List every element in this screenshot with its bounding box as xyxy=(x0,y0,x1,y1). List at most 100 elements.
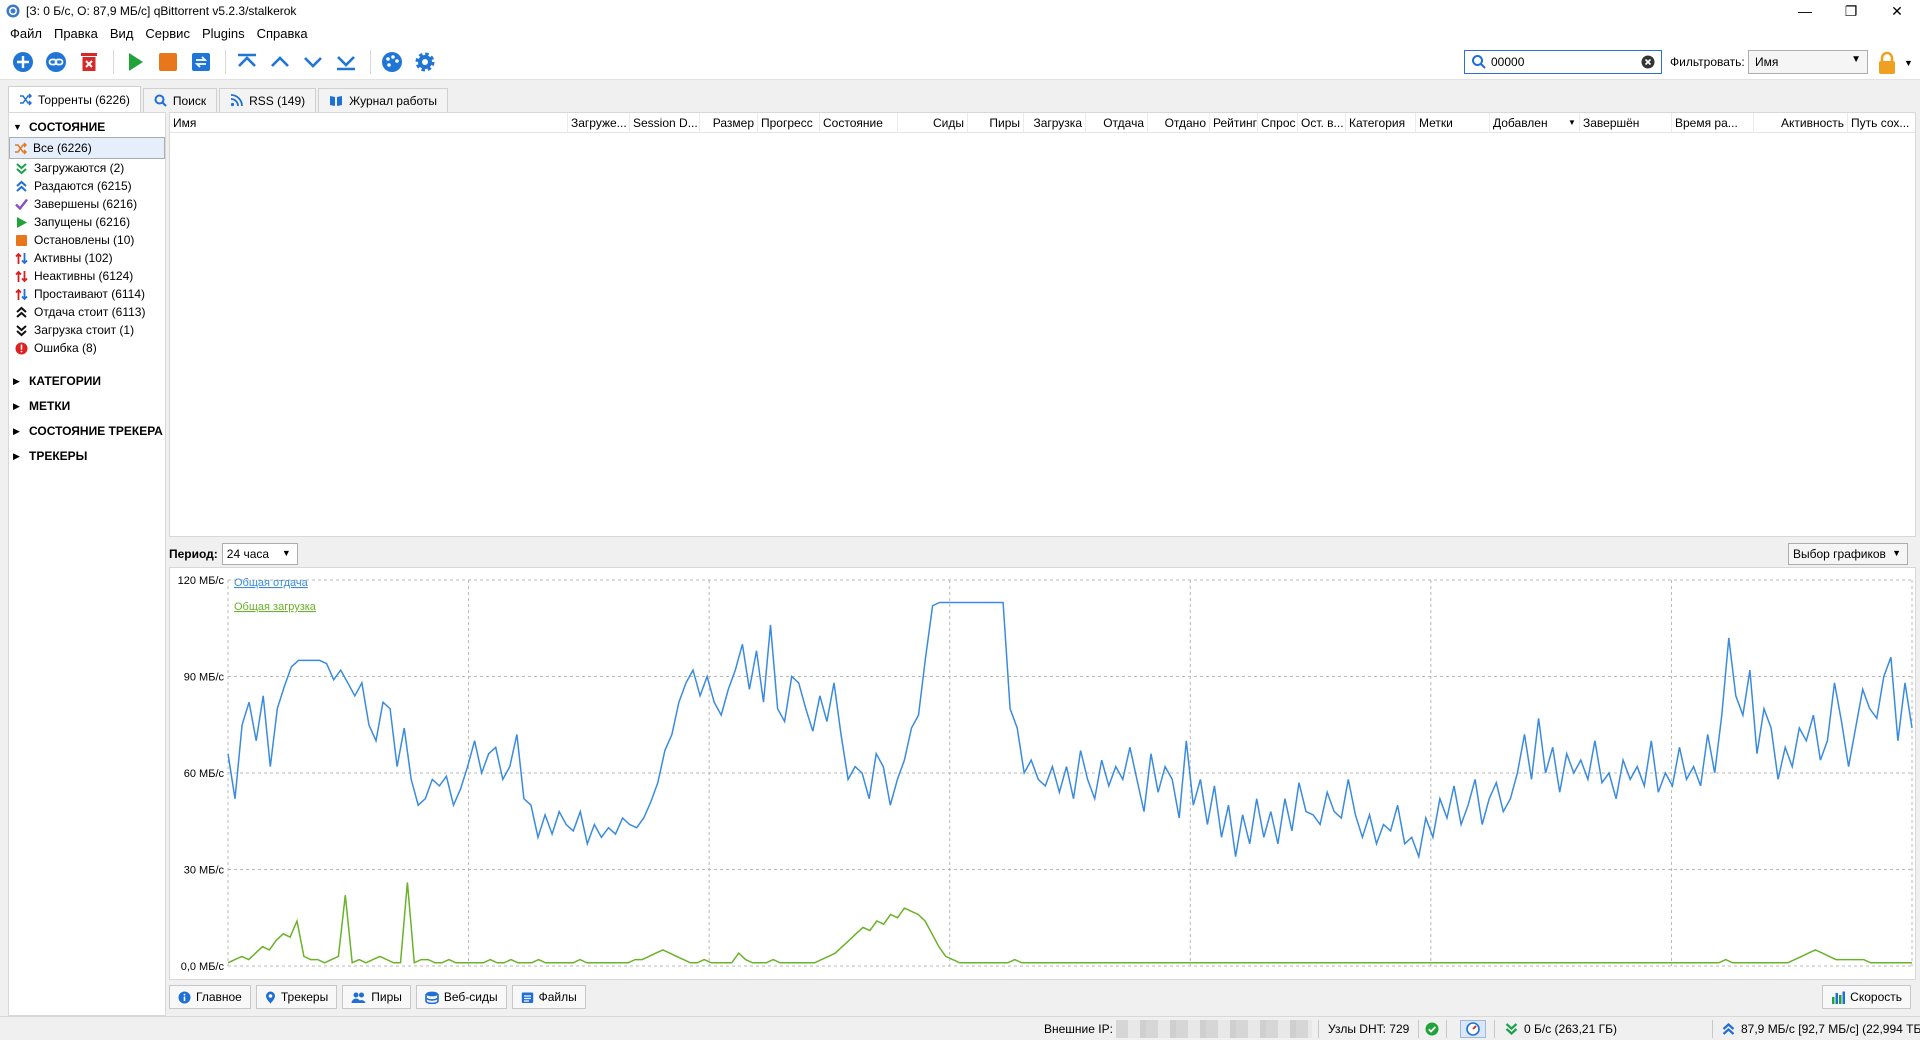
y-tick-label: 30 МБ/с xyxy=(184,865,225,877)
move-bottom-button[interactable] xyxy=(331,47,361,77)
column-header[interactable]: Размер xyxy=(700,113,758,133)
download-chevrons-icon xyxy=(15,162,28,175)
stop-icon xyxy=(159,52,177,71)
menu-view[interactable]: Вид xyxy=(104,26,140,41)
filter-label: Фильтровать: xyxy=(1670,55,1745,69)
column-header[interactable]: Путь сох... xyxy=(1848,113,1920,133)
column-header[interactable]: Ост. в... xyxy=(1298,113,1346,133)
filter-select[interactable]: Имя ▼ xyxy=(1748,50,1868,74)
button-label: Трекеры xyxy=(280,990,329,1004)
delete-button[interactable] xyxy=(74,47,104,77)
tags-section-header[interactable]: ▶ МЕТКИ xyxy=(9,396,165,416)
chevron-down-icon: ▼ xyxy=(1892,548,1901,558)
sidebar-item[interactable]: Отдача стоит (6113) xyxy=(9,303,165,321)
general-tab-button[interactable]: Главное xyxy=(169,985,251,1009)
sidebar-item[interactable]: Загрузка стоит (1) xyxy=(9,321,165,339)
column-header[interactable]: Рейтинг xyxy=(1210,113,1258,133)
table-header: Имя Загруже... Session D... Размер Прогресс С… xyxy=(170,113,1915,133)
tab-torrents[interactable]: Торренты (6226) xyxy=(8,86,141,112)
title-bar: [З: 0 Б/с, О: 87,9 МБ/с] qBittorrent v5.… xyxy=(0,0,1920,22)
sidebar-item[interactable]: Запущены (6216) xyxy=(9,213,165,231)
minimize-button[interactable]: — xyxy=(1782,0,1828,22)
tab-log[interactable]: Журнал работы xyxy=(318,88,449,112)
sidebar-item-label: Все (6226) xyxy=(33,141,92,155)
lock-button[interactable]: ▼ xyxy=(1876,50,1916,76)
column-header[interactable]: Загруже... xyxy=(568,113,630,133)
menu-plugins[interactable]: Plugins xyxy=(196,26,251,41)
arrows-updown-icon xyxy=(15,288,28,301)
upload-speed[interactable]: 87,9 МБ/с [92,7 МБ/с] (22,994 ТБ) xyxy=(1741,1022,1920,1036)
chevron-down-icon xyxy=(304,56,322,68)
column-header[interactable]: Загрузка xyxy=(1024,113,1086,133)
sidebar-item-label: Загрузка стоит (1) xyxy=(34,323,135,337)
files-tab-button[interactable]: Файлы xyxy=(511,985,586,1009)
webseeds-tab-button[interactable]: Веб-сиды xyxy=(415,985,507,1009)
column-header[interactable]: Активность xyxy=(1754,113,1848,133)
tab-search[interactable]: Поиск xyxy=(142,88,218,112)
stop-button[interactable] xyxy=(153,47,183,77)
move-up-button[interactable] xyxy=(265,47,295,77)
chart-select[interactable]: Выбор графиков ▼ xyxy=(1788,543,1908,565)
column-header[interactable]: Метки xyxy=(1416,113,1490,133)
alt-speed-limits-button[interactable] xyxy=(1460,1020,1486,1038)
speed-tab-button[interactable]: Скорость xyxy=(1822,985,1911,1009)
column-header[interactable]: Состояние xyxy=(820,113,898,133)
sidebar-item[interactable]: Неактивны (6124) xyxy=(9,267,165,285)
plus-circle-icon xyxy=(13,51,33,72)
qbittorrent-logo-icon xyxy=(6,4,20,18)
column-header[interactable]: Сиды xyxy=(898,113,968,133)
close-button[interactable]: ✕ xyxy=(1874,0,1920,22)
torrent-list[interactable]: Имя Загруже... Session D... Размер Прогресс С… xyxy=(169,112,1916,537)
add-link-button[interactable] xyxy=(41,47,71,77)
peers-tab-button[interactable]: Пиры xyxy=(342,985,411,1009)
maximize-button[interactable]: ❐ xyxy=(1828,0,1874,22)
move-top-button[interactable] xyxy=(232,47,262,77)
tracker-status-section-header[interactable]: ▶ СОСТОЯНИЕ ТРЕКЕРА xyxy=(9,421,165,441)
column-header[interactable]: Пиры xyxy=(968,113,1024,133)
sidebar-item[interactable]: Завершены (6216) xyxy=(9,195,165,213)
period-select[interactable]: 24 часа ▼ xyxy=(221,543,298,565)
trackers-section-header[interactable]: ▶ ТРЕКЕРЫ xyxy=(9,446,165,466)
column-header[interactable]: Прогресс xyxy=(758,113,820,133)
options-button[interactable] xyxy=(410,47,440,77)
menu-bar: Файл Правка Вид Сервис Plugins Справка xyxy=(0,22,1920,44)
column-header[interactable]: Добавлен xyxy=(1490,113,1580,133)
clear-icon[interactable] xyxy=(1641,55,1655,69)
shuffle-icon xyxy=(20,93,32,106)
menu-file[interactable]: Файл xyxy=(4,26,48,41)
column-header[interactable]: Завершён xyxy=(1580,113,1672,133)
column-header[interactable]: Session D... xyxy=(630,113,700,133)
section-title: СОСТОЯНИЕ ТРЕКЕРА xyxy=(29,424,163,438)
sidebar-item[interactable]: Активны (102) xyxy=(9,249,165,267)
sidebar-item[interactable]: Остановлены (10) xyxy=(9,231,165,249)
menu-tools[interactable]: Сервис xyxy=(139,26,196,41)
webui-button[interactable] xyxy=(377,47,407,77)
column-header[interactable]: Отдача xyxy=(1086,113,1148,133)
sidebar-item[interactable]: Все (6226) xyxy=(9,137,165,159)
sidebar-item[interactable]: Простаивают (6114) xyxy=(9,285,165,303)
add-torrent-button[interactable] xyxy=(8,47,38,77)
column-header[interactable]: Время ра... xyxy=(1672,113,1754,133)
move-bottom-icon xyxy=(337,55,355,70)
menu-edit[interactable]: Правка xyxy=(48,26,104,41)
sidebar-item[interactable]: Ошибка (8) xyxy=(9,339,165,357)
tab-rss[interactable]: RSS (149) xyxy=(219,88,317,112)
column-header[interactable]: Спрос xyxy=(1258,113,1298,133)
menu-help[interactable]: Справка xyxy=(251,26,314,41)
sidebar-item[interactable]: Загружаются (2) xyxy=(9,159,165,177)
start-button[interactable] xyxy=(120,47,150,77)
download-speed[interactable]: 0 Б/с (263,21 ГБ) xyxy=(1524,1022,1617,1036)
categories-section-header[interactable]: ▶ КАТЕГОРИИ xyxy=(9,371,165,391)
column-header[interactable]: Отдано xyxy=(1148,113,1210,133)
sidebar-item-label: Загружаются (2) xyxy=(34,161,125,175)
column-header[interactable]: Имя xyxy=(170,113,568,133)
trackers-tab-button[interactable]: Трекеры xyxy=(255,985,338,1009)
column-header[interactable]: Категория xyxy=(1346,113,1416,133)
status-section-header[interactable]: ▼ СОСТОЯНИЕ xyxy=(9,117,165,137)
search-icon xyxy=(154,94,167,107)
force-recheck-button[interactable] xyxy=(186,47,216,77)
sidebar-item[interactable]: Раздаются (6215) xyxy=(9,177,165,195)
y-tick-label: 120 МБ/с xyxy=(178,575,225,587)
move-down-button[interactable] xyxy=(298,47,328,77)
search-input[interactable] xyxy=(1491,55,1641,69)
